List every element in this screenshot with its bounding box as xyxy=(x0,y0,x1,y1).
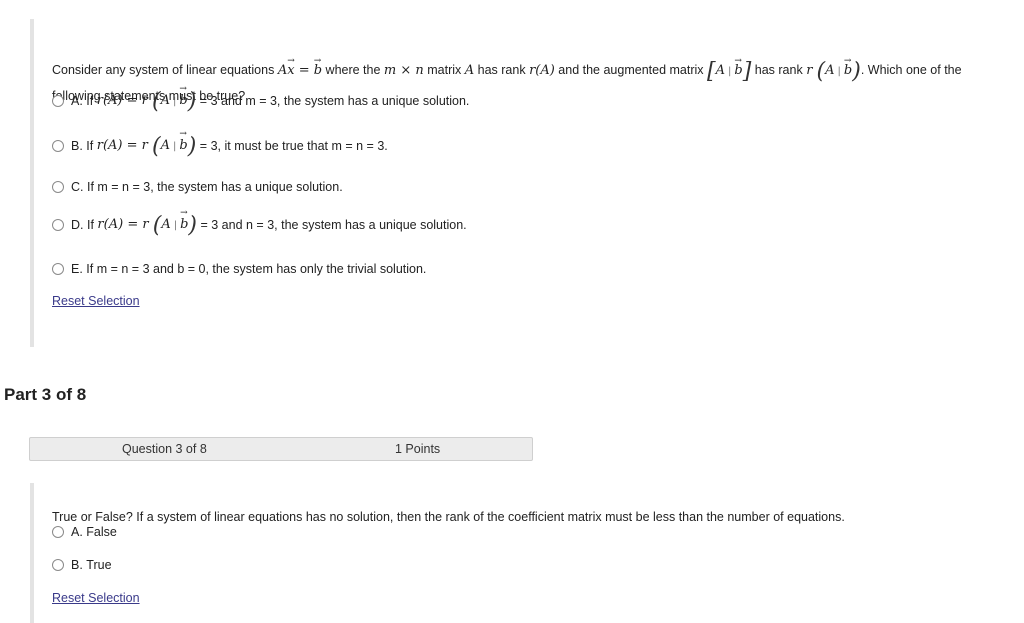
option-text: If xyxy=(86,139,94,153)
option-text: True xyxy=(86,558,112,572)
option-text: = 3, it must be true that m = n = 3. xyxy=(199,139,388,153)
option-letter: D. xyxy=(71,218,84,232)
radio-button[interactable] xyxy=(52,95,64,107)
rank-equality: r(A) = r (A|b) xyxy=(97,129,197,159)
option-d[interactable]: D. If r(A) = r (A|b) = 3 and n = 3, the … xyxy=(52,208,467,238)
radio-button[interactable] xyxy=(52,559,64,571)
option-text: If m = n = 3, the system has a unique so… xyxy=(86,180,343,194)
rank-equality: r(A) = r (A|b) xyxy=(97,208,197,238)
option-letter: A. xyxy=(71,94,83,108)
matrix-a: A xyxy=(464,63,475,78)
option-text: = 3 and m = 3, the system has a unique s… xyxy=(199,94,470,108)
question-number: Question 3 of 8 xyxy=(122,442,207,456)
option-text: If xyxy=(86,94,94,108)
equation-ax-b: Ax = b xyxy=(278,49,322,78)
reset-selection-link[interactable]: Reset Selection xyxy=(52,294,140,308)
question-block-previous: Consider any system of linear equations … xyxy=(30,19,1024,347)
option-letter: A. xyxy=(71,525,83,539)
rank-augmented: r (A|b) xyxy=(806,49,861,84)
radio-button[interactable] xyxy=(52,140,64,152)
radio-button[interactable] xyxy=(52,263,64,275)
radio-button[interactable] xyxy=(52,526,64,538)
question-header: Question 3 of 8 1 Points xyxy=(29,437,533,461)
stem-text: matrix xyxy=(423,63,465,77)
option-a-false[interactable]: A. False xyxy=(52,522,117,542)
reset-selection-link[interactable]: Reset Selection xyxy=(52,591,140,605)
option-b[interactable]: B. If r(A) = r (A|b) = 3, it must be tru… xyxy=(52,129,388,159)
option-text: If xyxy=(86,218,94,232)
stem-text: Consider any system of linear equations xyxy=(52,63,278,77)
option-letter: B. xyxy=(71,139,83,153)
option-e[interactable]: E. If m = n = 3 and b = 0, the system ha… xyxy=(52,259,426,279)
matrix-dimensions: m × n xyxy=(383,63,424,78)
option-b-true[interactable]: B. True xyxy=(52,555,112,575)
question-block-current: True or False? If a system of linear equ… xyxy=(30,483,1024,623)
stem-text: has rank xyxy=(474,63,530,77)
question-points: 1 Points xyxy=(395,442,441,456)
stem-text: where the xyxy=(322,63,384,77)
option-letter: E. xyxy=(71,262,83,276)
stem-text: has rank xyxy=(751,63,807,77)
option-a[interactable]: A. If r(A) = r (A|b) = 3 and m = 3, the … xyxy=(52,84,470,114)
option-text: = 3 and n = 3, the system has a unique s… xyxy=(200,218,467,232)
question-stem: True or False? If a system of linear equ… xyxy=(52,510,845,524)
option-letter: B. xyxy=(71,558,83,572)
radio-button[interactable] xyxy=(52,181,64,193)
option-c[interactable]: C. If m = n = 3, the system has a unique… xyxy=(52,177,343,197)
rank-equality: r(A) = r (A|b) xyxy=(97,84,197,114)
option-text: If m = n = 3 and b = 0, the system has o… xyxy=(86,262,427,276)
stem-text: and the augmented matrix xyxy=(554,63,708,77)
radio-button[interactable] xyxy=(52,219,64,231)
part-title: Part 3 of 8 xyxy=(4,385,87,404)
option-text: False xyxy=(86,525,117,539)
option-letter: C. xyxy=(71,180,84,194)
augmented-matrix: [A|b] xyxy=(707,49,751,84)
rank-a: r(A) xyxy=(529,63,555,78)
